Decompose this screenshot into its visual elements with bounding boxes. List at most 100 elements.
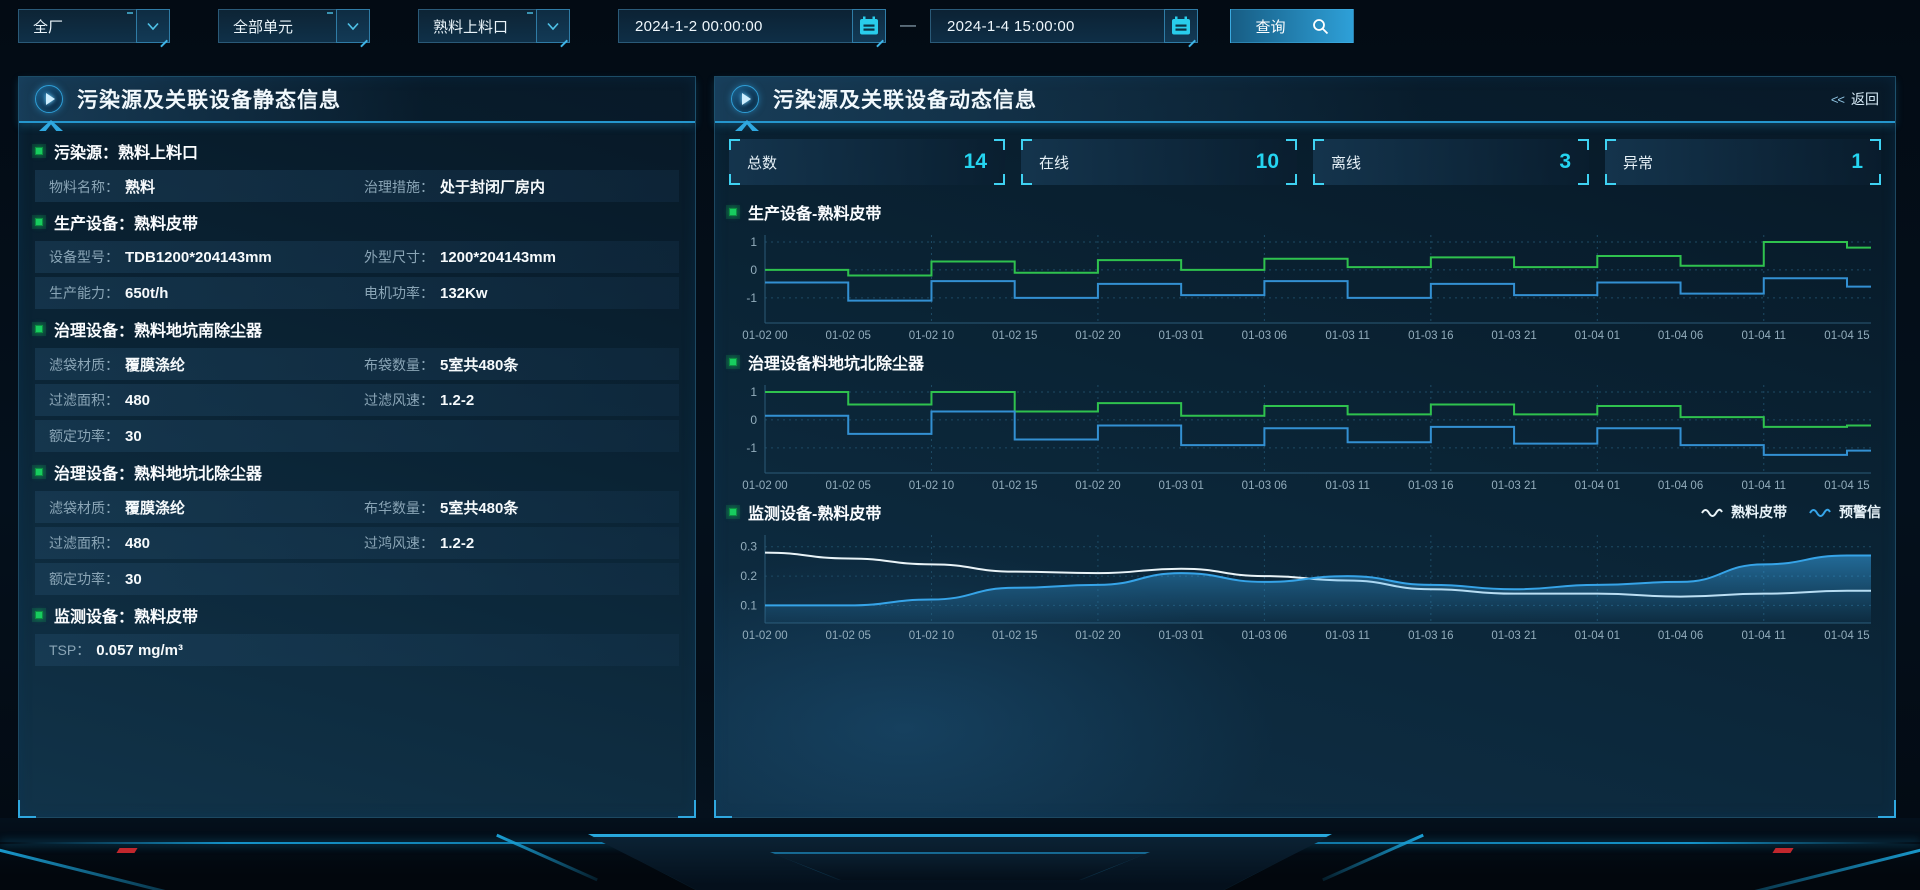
chart-block: 生产设备-熟料皮带10-101-02 0001-02 0501-02 1001-…: [715, 195, 1895, 345]
x-axis-label: 01-03 21: [1491, 480, 1536, 492]
x-axis-label: 01-03 16: [1408, 480, 1453, 492]
chart-block: 监测设备-熟料皮带熟料皮带预警信0.30.20.101-02 0001-02 0…: [715, 495, 1895, 645]
x-axis-label: 01-02 10: [909, 630, 954, 642]
deco-slant: [496, 834, 598, 881]
x-axis-label: 01-02 05: [826, 330, 871, 342]
stat-card-abnormal: 异常 1: [1605, 139, 1881, 185]
section-header: 污染源：熟料上料口: [35, 135, 679, 167]
corner-bracket: [1870, 139, 1881, 150]
info-value: 5室共480条: [440, 354, 518, 375]
svg-text:0: 0: [750, 413, 757, 427]
chevron-down-icon[interactable]: [536, 9, 570, 43]
date-to-value: 2024-1-4 15:00:00: [947, 18, 1164, 35]
x-axis-label: 01-03 11: [1325, 480, 1370, 492]
section-header-label: 监测设备：熟料皮带: [54, 603, 198, 627]
info-row: TSP：0.057 mg/m³: [35, 634, 679, 666]
section-header-label: 治理设备：熟料地坑北除尘器: [54, 460, 262, 484]
date-to-input[interactable]: 2024-1-4 15:00:00: [930, 9, 1198, 43]
corner-bracket: [1313, 139, 1324, 150]
search-icon: [1312, 18, 1329, 35]
info-cell: 额定功率：30: [49, 426, 679, 446]
x-axis-label: 01-03 11: [1325, 630, 1370, 642]
info-label: 过滤面积：: [49, 390, 119, 410]
dynamic-info-panel: 污染源及关联设备动态信息 << 返回 总数14在线10离线3异常1 生产设备-熟…: [714, 76, 1896, 818]
legend-item[interactable]: 预警信: [1809, 502, 1881, 522]
corner-bracket: [1313, 174, 1324, 185]
chart-title: 生产设备-熟料皮带: [748, 200, 881, 224]
play-icon: [731, 85, 759, 113]
info-value: TDB1200*204143mm: [125, 249, 272, 266]
info-cell: 布袋数量：5室共480条: [364, 354, 679, 375]
x-axis-label: 01-04 11: [1741, 630, 1786, 642]
static-info-list: 污染源：熟料上料口物料名称：熟料治理措施：处于封闭厂房内生产设备：熟料皮带设备型…: [19, 123, 695, 680]
info-cell: 生产能力： 650t/h: [49, 283, 364, 303]
info-value: 650t/h: [125, 285, 168, 302]
x-axis-label: 01-04 01: [1575, 480, 1620, 492]
x-axis-label: 01-02 00: [742, 480, 787, 492]
info-row: 生产能力：650t/h电机功率：132Kw: [35, 277, 679, 309]
green-square-bullet: [729, 508, 737, 516]
stat-value: 1: [1851, 150, 1863, 174]
select-plant[interactable]: 全厂: [18, 9, 170, 43]
corner-bracket: [994, 174, 1005, 185]
section-header: 治理设备：熟料地坑南除尘器: [35, 313, 679, 345]
x-axis-label: 01-02 20: [1075, 480, 1120, 492]
info-cell: 滤袋材质：覆膜涤纶: [49, 497, 364, 518]
info-value: 1.2-2: [440, 535, 474, 552]
corner-bracket: [1605, 139, 1616, 150]
x-axis-label: 01-04 15: [1824, 480, 1869, 492]
charts-container: 生产设备-熟料皮带 1 0 -1 01-02 00 01-02 05 01-02 10 01-…: [715, 195, 1895, 645]
chevron-down-icon[interactable]: [136, 9, 170, 43]
section-header: 监测设备：熟料皮带: [35, 599, 679, 631]
stat-card-total: 总数 14: [729, 139, 1005, 185]
select-value: 全厂: [33, 16, 136, 37]
calendar-icon[interactable]: [1164, 9, 1198, 43]
select-pollution-source[interactable]: 熟料上料口: [418, 9, 570, 43]
x-axis-label: 01-03 11: [1325, 330, 1370, 342]
select-unit[interactable]: 全部单元: [218, 9, 370, 43]
chevron-down-icon[interactable]: [336, 9, 370, 43]
query-button-label: 查询: [1255, 16, 1285, 37]
back-button[interactable]: << 返回: [1831, 89, 1879, 109]
x-axis-label: 01-02 05: [826, 480, 871, 492]
green-square-bullet: [35, 325, 43, 333]
legend-label: 预警信: [1839, 502, 1881, 522]
stat-value: 14: [964, 150, 987, 174]
x-axis-label: 01-02 15: [992, 480, 1037, 492]
x-axis-label: 01-03 21: [1491, 330, 1536, 342]
x-axis-label: 01-03 16: [1408, 630, 1453, 642]
info-cell: 外型尺寸：1200*204143mm: [364, 247, 679, 267]
calendar-icon[interactable]: [852, 9, 886, 43]
stat-label: 异常: [1623, 152, 1653, 173]
x-axis-label: 01-02 00: [742, 630, 787, 642]
info-cell: 物料名称：熟料: [49, 176, 364, 197]
deco-red-accent: [116, 848, 137, 853]
query-button[interactable]: 查询: [1230, 9, 1354, 43]
info-label: 生产能力：: [49, 283, 119, 303]
chart-plot: 0.30.20.101-02 0001-02 0501-02 1001-02 1…: [729, 527, 1879, 645]
info-value: 0.057 mg/m³: [96, 642, 183, 659]
info-label: 额定功率：: [49, 426, 119, 446]
stat-label: 总数: [747, 152, 777, 173]
info-row: 过滤面积：480过滤风速：1.2-2: [35, 384, 679, 416]
legend-item[interactable]: 熟料皮带: [1701, 502, 1787, 522]
x-axis-label: 01-04 11: [1741, 480, 1786, 492]
info-label: 过滤面积：: [49, 533, 119, 553]
corner-bracket: [1021, 174, 1032, 185]
x-axis-label: 01-03 21: [1491, 630, 1536, 642]
info-row: 滤袋材质：覆膜涤纶布华数量：5室共480条: [35, 491, 679, 523]
dynamic-panel-title: 污染源及关联设备动态信息: [773, 84, 1037, 114]
corner-bracket: [1578, 139, 1589, 150]
info-cell: 额定功率：30: [49, 569, 679, 589]
green-square-bullet: [729, 208, 737, 216]
chart-plot: 10-101-02 0001-02 0501-02 1001-02 1501-0…: [729, 377, 1879, 495]
date-from-input[interactable]: 2024-1-2 00:00:00: [618, 9, 886, 43]
play-icon: [35, 85, 63, 113]
svg-text:1: 1: [750, 235, 757, 249]
info-label: 物料名称：: [49, 177, 119, 197]
x-axis-label: 01-03 01: [1158, 330, 1203, 342]
section-header-label: 污染源：熟料上料口: [54, 139, 198, 163]
svg-text:-1: -1: [746, 441, 757, 455]
svg-text:0: 0: [750, 263, 757, 277]
green-square-bullet: [729, 358, 737, 366]
